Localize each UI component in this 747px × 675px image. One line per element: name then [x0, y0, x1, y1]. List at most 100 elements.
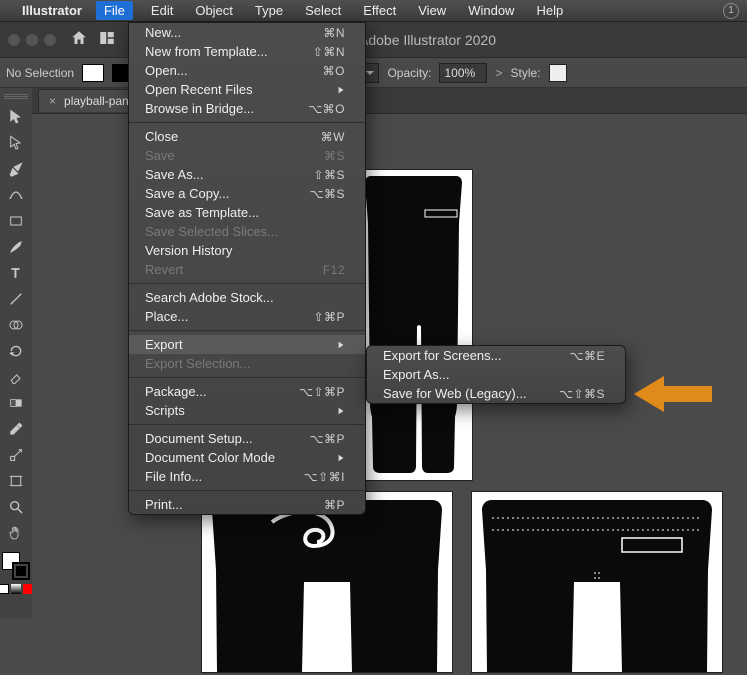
file-menu-dropdown: New...⌘NNew from Template...⇧⌘N Open... ⌘O… — [128, 22, 366, 515]
menu-item-shortcut: ⌘W — [321, 130, 345, 144]
line-tool-icon[interactable] — [2, 286, 30, 312]
menu-type[interactable]: Type — [251, 1, 287, 20]
menu-item-label: Document Color Mode — [145, 450, 307, 465]
artboard-tool-icon[interactable] — [2, 468, 30, 494]
file-menu-item-6[interactable]: Close ⌘W — [129, 127, 365, 146]
style-swatch[interactable] — [549, 64, 567, 82]
scale-tool-icon[interactable] — [2, 442, 30, 468]
direct-selection-tool-icon[interactable] — [2, 130, 30, 156]
gradient-tool-icon[interactable] — [2, 390, 30, 416]
rotate-tool-icon[interactable] — [2, 338, 30, 364]
macos-menubar: Illustrator File Edit Object Type Select… — [0, 0, 747, 22]
submenu-arrow-icon — [337, 450, 345, 465]
menu-item-label: Print... — [145, 497, 294, 512]
app-name[interactable]: Illustrator — [22, 3, 82, 18]
home-icon[interactable] — [70, 29, 88, 50]
opacity-label: Opacity: — [387, 66, 431, 80]
menu-item-label: Open Recent Files — [145, 82, 307, 97]
menu-item-shortcut: ⌥⌘S — [310, 187, 345, 201]
menu-item-label: Version History — [145, 243, 345, 258]
file-menu-item-9[interactable]: Save a Copy... ⌥⌘S — [129, 184, 365, 203]
file-menu-item-18[interactable]: Export — [129, 335, 365, 354]
app-titlebar: Adobe Illustrator 2020 — [0, 22, 747, 58]
menu-item-shortcut: ⌥⌘O — [308, 102, 345, 116]
menu-item-label: Open... — [145, 63, 293, 78]
file-menu-item-25[interactable]: Document Color Mode — [129, 448, 365, 467]
file-menu-item-15[interactable]: Search Adobe Stock... — [129, 288, 365, 307]
file-menu-item-16[interactable]: Place...⇧⌘P — [129, 307, 365, 326]
menu-separator — [129, 122, 365, 123]
menu-select[interactable]: Select — [301, 1, 345, 20]
fill-stroke-control[interactable] — [2, 552, 30, 580]
hand-tool-icon[interactable] — [2, 520, 30, 546]
window-controls[interactable] — [8, 34, 56, 46]
file-menu-item-24[interactable]: Document Setup...⌥⌘P — [129, 429, 365, 448]
tools-panel: T — [0, 88, 32, 618]
menu-help[interactable]: Help — [532, 1, 567, 20]
menu-item-label: Save As... — [145, 167, 283, 182]
eraser-tool-icon[interactable] — [2, 364, 30, 390]
opacity-input[interactable]: 100% — [439, 63, 487, 83]
file-menu-item-10[interactable]: Save as Template... — [129, 203, 365, 222]
rectangle-tool-icon[interactable] — [2, 208, 30, 234]
menu-edit[interactable]: Edit — [147, 1, 177, 20]
paintbrush-tool-icon[interactable] — [2, 234, 30, 260]
selection-tool-icon[interactable] — [2, 104, 30, 130]
file-menu-item-1[interactable]: New from Template...⇧⌘N — [129, 42, 365, 61]
menu-object[interactable]: Object — [191, 1, 237, 20]
menu-item-label: Close — [145, 129, 291, 144]
zoom-tool-icon[interactable] — [2, 494, 30, 520]
menu-view[interactable]: View — [414, 1, 450, 20]
panel-grip[interactable] — [4, 94, 28, 100]
shape-builder-tool-icon[interactable] — [2, 312, 30, 338]
menu-item-label: Export Selection... — [145, 356, 345, 371]
menu-item-label: Search Adobe Stock... — [145, 290, 345, 305]
file-menu-item-26[interactable]: File Info... ⌥⇧⌘I — [129, 467, 365, 486]
file-menu-item-0[interactable]: New...⌘N — [129, 23, 365, 42]
file-menu-item-3[interactable]: Open Recent Files — [129, 80, 365, 99]
menu-file[interactable]: File — [96, 1, 133, 20]
menu-separator — [129, 490, 365, 491]
menu-item-label: Save — [145, 148, 294, 163]
menu-item-label: Save a Copy... — [145, 186, 280, 201]
menu-item-shortcut: ⌘O — [323, 64, 345, 78]
notification-badge[interactable]: 1 — [723, 3, 739, 19]
file-menu-item-21[interactable]: Package...⌥⇧⌘P — [129, 382, 365, 401]
menu-effect[interactable]: Effect — [359, 1, 400, 20]
menu-item-label: File Info... — [145, 469, 274, 484]
export-submenu-item-0[interactable]: Export for Screens...⌥⌘E — [367, 346, 625, 365]
arrange-documents-icon[interactable] — [98, 29, 116, 50]
fill-swatch[interactable] — [82, 64, 104, 82]
menu-item-shortcut: ⌘S — [324, 149, 345, 163]
file-menu-item-22[interactable]: Scripts — [129, 401, 365, 420]
export-submenu: Export for Screens...⌥⌘EExport As...Save… — [366, 345, 626, 404]
file-menu-item-13: Revert F12 — [129, 260, 365, 279]
file-menu-item-4[interactable]: Browse in Bridge...⌥⌘O — [129, 99, 365, 118]
color-mode-switches[interactable] — [0, 584, 33, 594]
artboard-3 — [472, 492, 722, 672]
menu-item-shortcut: ⌥⇧⌘I — [304, 470, 345, 484]
menu-item-shortcut: F12 — [323, 263, 345, 277]
curvature-tool-icon[interactable] — [2, 182, 30, 208]
export-submenu-item-2[interactable]: Save for Web (Legacy)...⌥⇧⌘S — [367, 384, 625, 403]
menu-item-label: Document Setup... — [145, 431, 280, 446]
document-tab[interactable]: × playball-pan — [38, 89, 140, 112]
file-menu-item-8[interactable]: Save As...⇧⌘S — [129, 165, 365, 184]
pen-tool-icon[interactable] — [2, 156, 30, 182]
menu-item-label: Save for Web (Legacy)... — [383, 386, 529, 401]
file-menu-item-2[interactable]: Open... ⌘O — [129, 61, 365, 80]
type-tool-icon[interactable]: T — [2, 260, 30, 286]
close-tab-icon[interactable]: × — [49, 94, 56, 108]
file-menu-item-12[interactable]: Version History — [129, 241, 365, 260]
eyedropper-tool-icon[interactable] — [2, 416, 30, 442]
file-menu-item-11: Save Selected Slices... — [129, 222, 365, 241]
artboard-2 — [202, 492, 452, 672]
export-submenu-item-1[interactable]: Export As... — [367, 365, 625, 384]
menu-item-label: Revert — [145, 262, 293, 277]
menu-separator — [129, 377, 365, 378]
selection-state: No Selection — [6, 66, 74, 80]
file-menu-item-28[interactable]: Print...⌘P — [129, 495, 365, 514]
file-menu-item-19: Export Selection... — [129, 354, 365, 373]
artboard-1 — [362, 170, 472, 480]
menu-window[interactable]: Window — [464, 1, 518, 20]
